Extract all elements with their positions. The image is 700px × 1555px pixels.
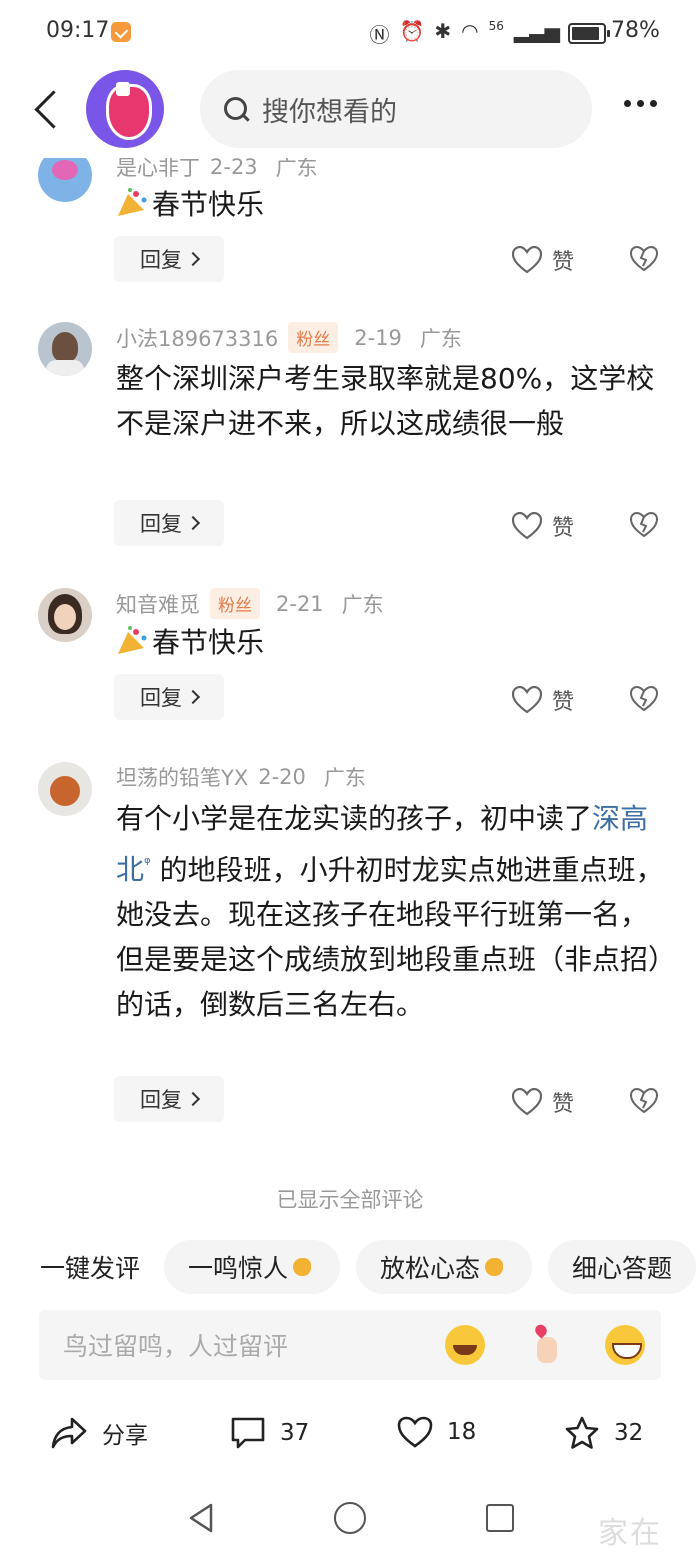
fan-badge: 粉丝 — [210, 588, 260, 619]
comment-meta: 坦荡的铅笔YX 2-20 广东 — [116, 762, 366, 792]
nfc-icon: Ⓝ — [369, 23, 390, 47]
quick-comment-label: 一键发评 — [40, 1254, 141, 1283]
quick-comment-chip[interactable]: 一鸣惊人 — [164, 1240, 341, 1294]
5g-signal-icon: 56 — [488, 19, 504, 33]
dislike-icon[interactable] — [630, 246, 658, 272]
commenter-avatar[interactable] — [38, 762, 92, 816]
search-icon — [224, 97, 248, 121]
comment-location: 广东 — [341, 592, 384, 617]
search-placeholder: 搜你想看的 — [262, 96, 397, 128]
dislike-icon[interactable] — [630, 1088, 658, 1114]
favorite-count-button[interactable]: 32 — [564, 1416, 643, 1450]
nav-recent-icon[interactable] — [486, 1504, 514, 1532]
comment-item: 坦荡的铅笔YX 2-20 广东 有个小学是在龙实读的孩子，初中读了深高北ᵠ 的地… — [0, 760, 700, 1130]
battery-percent: 78% — [611, 18, 660, 43]
commenter-name[interactable]: 坦荡的铅笔YX — [116, 762, 248, 792]
commenter-name[interactable]: 小法189673316 — [116, 323, 278, 353]
reply-button[interactable]: 回复 — [114, 236, 224, 282]
comment-count-button[interactable]: 37 — [230, 1416, 309, 1450]
comment-item: 小法189673316 粉丝 2-19 广东 整个深圳深户考生录取率就是80%，… — [0, 318, 700, 558]
top-nav: 搜你想看的 — [0, 66, 700, 158]
heart-icon — [512, 246, 542, 274]
alarm-icon: ⏰ — [399, 19, 425, 43]
comment-date: 2-21 — [276, 591, 324, 616]
search-bar[interactable]: 搜你想看的 — [200, 70, 592, 148]
comment-location: 广东 — [323, 766, 366, 790]
like-button[interactable]: 赞 — [512, 684, 574, 716]
comment-text: 有个小学是在龙实读的孩子，初中读了深高北ᵠ 的地段班，小升初时龙实点她进重点班，… — [116, 802, 664, 1022]
like-button[interactable]: 赞 — [512, 1086, 574, 1118]
reply-button[interactable]: 回复 — [114, 1076, 224, 1122]
heart-icon — [397, 1416, 433, 1448]
back-icon[interactable] — [28, 86, 68, 134]
muscle-icon — [290, 1254, 316, 1280]
share-icon — [51, 1417, 87, 1449]
quick-comment-chip[interactable]: 细心答题 — [548, 1240, 697, 1294]
commenter-name[interactable]: 知音难觅 — [116, 589, 200, 619]
commenter-avatar[interactable] — [38, 322, 92, 376]
wifi-icon: ◠ — [461, 19, 479, 43]
quick-comment-chip[interactable]: 放松心态 — [356, 1240, 533, 1294]
comment-text: 春节快乐 — [116, 182, 672, 227]
comment-date: 2-20 — [258, 765, 306, 789]
bluetooth-icon: ✱ — [434, 19, 452, 43]
comment-date: 2-19 — [354, 325, 402, 350]
action-bar: 分享 37 18 32 — [0, 1400, 700, 1470]
more-icon[interactable] — [624, 100, 657, 107]
nav-back-icon[interactable] — [186, 1502, 216, 1534]
comment-input[interactable]: 鸟过留鸣，人过留评 — [39, 1310, 661, 1380]
status-time: 09:17 — [46, 18, 110, 43]
heart-icon — [512, 512, 542, 540]
party-popper-icon — [116, 186, 150, 216]
app-notification-icon — [111, 22, 131, 42]
signal-bars-icon: ▂▃▅ — [513, 19, 560, 43]
system-icons: Ⓝ ⏰ ✱ ◠ 56 ▂▃▅ — [369, 19, 560, 48]
share-button[interactable]: 分享 — [50, 1416, 148, 1450]
author-avatar[interactable] — [86, 70, 164, 148]
comment-icon — [231, 1417, 265, 1449]
like-button[interactable]: 赞 — [512, 244, 574, 276]
comment-meta: 知音难觅 粉丝 2-21 广东 — [116, 588, 384, 619]
commenter-avatar[interactable] — [38, 588, 92, 642]
comment-input-placeholder: 鸟过留鸣，人过留评 — [63, 1332, 289, 1361]
search-icon: ᵠ — [144, 854, 151, 873]
heart-icon — [512, 686, 542, 714]
fan-badge: 粉丝 — [288, 322, 339, 353]
party-popper-icon — [116, 624, 150, 654]
grinning-emoji-icon[interactable] — [605, 1325, 645, 1365]
finger-heart-emoji-icon[interactable] — [525, 1325, 565, 1365]
dislike-icon[interactable] — [630, 686, 658, 712]
comment-meta: 小法189673316 粉丝 2-19 广东 — [116, 322, 462, 353]
star-icon — [565, 1416, 599, 1449]
reply-button[interactable]: 回复 — [114, 674, 224, 720]
like-count-button[interactable]: 18 — [397, 1416, 476, 1448]
comment-text: 整个深圳深户考生录取率就是80%，这学校不是深户进不来，所以这成绩很一般 — [116, 362, 655, 440]
like-button[interactable]: 赞 — [512, 510, 574, 542]
system-nav-bar — [0, 1490, 700, 1555]
laughing-tears-emoji-icon[interactable] — [445, 1325, 485, 1365]
heart-icon — [512, 1088, 542, 1116]
battery-icon — [568, 23, 610, 44]
comment-location: 广东 — [419, 326, 462, 351]
nav-home-icon[interactable] — [334, 1502, 366, 1534]
comment-item: 知音难觅 粉丝 2-21 广东 春节快乐 回复 赞 — [0, 586, 700, 736]
comment-text: 春节快乐 — [116, 620, 672, 665]
dislike-icon[interactable] — [630, 512, 658, 538]
all-comments-shown: 已显示全部评论 — [276, 1188, 424, 1212]
watermark-logo: 家在 — [598, 1516, 662, 1551]
status-bar: 09:17 Ⓝ ⏰ ✱ ◠ 56 ▂▃▅ 78% — [0, 0, 700, 66]
reply-button[interactable]: 回复 — [114, 500, 224, 546]
comment-date: 2-23 — [210, 155, 258, 179]
quick-comment-bar: 一键发评 一鸣惊人 放松心态 细心答题 — [0, 1240, 700, 1294]
muscle-icon — [482, 1254, 508, 1280]
comment-item: 是心非丁 2-23 广东 春节快乐 回复 赞 — [0, 140, 700, 300]
